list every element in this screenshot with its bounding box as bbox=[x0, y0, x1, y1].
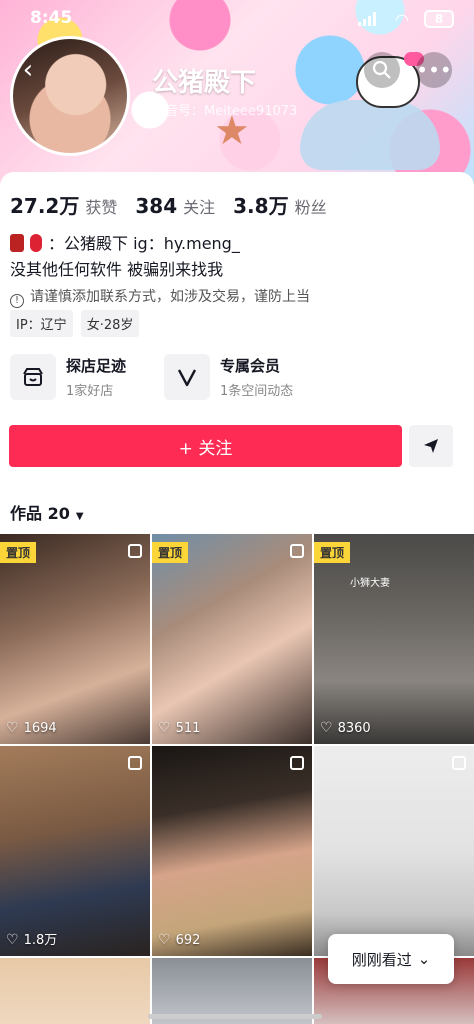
video-thumbnail[interactable]: ♡ 692 bbox=[152, 746, 312, 956]
stat-likes[interactable]: 27.2万 获赞 bbox=[10, 190, 117, 219]
back-button[interactable]: ‹ bbox=[10, 52, 46, 88]
service-sub: 1家好店 bbox=[66, 384, 114, 399]
like-value: 692 bbox=[175, 933, 201, 948]
multi-image-icon bbox=[290, 756, 304, 770]
video-thumbnail[interactable]: ♡ 1.8万 bbox=[0, 746, 150, 956]
pinned-badge: 置顶 bbox=[314, 542, 351, 563]
multi-image-icon bbox=[290, 544, 304, 558]
service-sub: 1条空间动态 bbox=[220, 384, 294, 399]
caret-down-icon: ▼ bbox=[75, 511, 84, 522]
services-row: 探店足迹 1家好店 专属会员 1条空间动态 bbox=[10, 354, 293, 400]
pinned-badge: 置顶 bbox=[152, 542, 189, 563]
multi-image-icon bbox=[452, 756, 466, 770]
video-thumbnail[interactable] bbox=[314, 746, 474, 956]
works-label: 作品 20 bbox=[10, 504, 70, 523]
works-tab[interactable]: 作品 20 ▼ bbox=[10, 500, 84, 524]
multi-image-icon bbox=[128, 756, 142, 770]
search-icon bbox=[372, 60, 391, 79]
share-button[interactable] bbox=[409, 425, 453, 467]
service-shop[interactable]: 探店足迹 1家好店 bbox=[10, 354, 126, 400]
stat-value: 27.2万 bbox=[10, 194, 80, 218]
search-button[interactable] bbox=[364, 52, 400, 88]
recent-label: 刚刚看过 bbox=[351, 950, 412, 969]
like-count: ♡ 511 bbox=[158, 720, 200, 736]
chevron-left-icon: ‹ bbox=[22, 55, 34, 85]
profile-name: 公猪殿下 bbox=[152, 68, 257, 98]
stat-label: 关注 bbox=[183, 198, 216, 217]
like-value: 1.8万 bbox=[23, 933, 58, 948]
video-thumbnail[interactable]: 置顶 ♡ 1694 bbox=[0, 534, 150, 744]
multi-image-icon bbox=[128, 544, 142, 558]
stat-value: 3.8万 bbox=[233, 194, 289, 218]
warning-icon: ! bbox=[10, 294, 24, 308]
like-count: ♡ 1.8万 bbox=[6, 929, 57, 948]
wifi-icon: ◠ bbox=[395, 10, 408, 29]
home-indicator bbox=[148, 1014, 322, 1019]
stat-label: 获赞 bbox=[85, 198, 118, 217]
warning-text: ! 请谨慎添加联系方式，如涉及交易，谨防上当 bbox=[10, 286, 310, 308]
recently-viewed-button[interactable]: 刚刚看过 ⌄ bbox=[328, 934, 454, 984]
service-membership[interactable]: 专属会员 1条空间动态 bbox=[164, 354, 293, 400]
warning-label: 请谨慎添加联系方式，如涉及交易，谨防上当 bbox=[30, 289, 310, 305]
bio-line-1: ：公猪殿下 ig：hy.meng_ bbox=[10, 230, 240, 254]
pinned-badge: 置顶 bbox=[0, 542, 37, 563]
like-value: 1694 bbox=[23, 721, 57, 736]
more-dots-icon: ••• bbox=[416, 58, 452, 82]
profile-card: 27.2万 获赞 384 关注 3.8万 粉丝 ：公猪殿下 ig：hy.meng_ 没… bbox=[0, 172, 474, 1024]
stats-row: 27.2万 获赞 384 关注 3.8万 粉丝 bbox=[10, 190, 327, 219]
status-time: 8:45 bbox=[30, 8, 73, 28]
tags-row: IP：辽宁 女·28岁 bbox=[10, 310, 140, 337]
bio-line-2: 没其他任何软件 被骗别来找我 bbox=[10, 260, 224, 279]
video-thumbnail[interactable]: 置顶 ♡ 511 bbox=[152, 534, 312, 744]
stat-following[interactable]: 384 关注 bbox=[135, 194, 215, 218]
send-icon bbox=[424, 439, 438, 453]
signal-icon bbox=[358, 12, 376, 26]
status-bar: 8:45 ◠ 8 bbox=[0, 6, 474, 32]
dolphin-decoration bbox=[300, 100, 440, 170]
service-title: 专属会员 bbox=[220, 357, 281, 375]
heart-icon: ♡ bbox=[158, 720, 171, 736]
follow-button[interactable]: + 关注 bbox=[9, 425, 402, 467]
video-thumbnail[interactable]: 置顶 小狮大妻 ♡ 8360 bbox=[314, 534, 474, 744]
stat-label: 粉丝 bbox=[294, 198, 327, 217]
service-title: 探店足迹 bbox=[66, 357, 127, 375]
heart-icon: ♡ bbox=[320, 720, 333, 736]
like-value: 8360 bbox=[337, 721, 371, 736]
heart-icon: ♡ bbox=[6, 720, 19, 736]
like-value: 511 bbox=[175, 721, 201, 736]
battery-icon: 8 bbox=[424, 10, 454, 28]
douyin-id[interactable]: 抖音号：Meiteee91073 bbox=[152, 100, 297, 119]
like-count: ♡ 1694 bbox=[6, 720, 57, 736]
like-count: ♡ 8360 bbox=[320, 720, 371, 736]
heart-icon: ♡ bbox=[6, 932, 19, 948]
emoji-icon bbox=[30, 234, 42, 252]
double-chevron-down-icon: ⌄ bbox=[417, 950, 431, 968]
ip-tag: IP：辽宁 bbox=[10, 310, 73, 337]
video-caption: 小狮大妻 bbox=[350, 578, 390, 589]
stat-followers[interactable]: 3.8万 粉丝 bbox=[233, 190, 326, 219]
bio-text: ：公猪殿下 ig：hy.meng_ bbox=[48, 234, 240, 253]
shop-icon bbox=[10, 354, 56, 400]
heart-icon: ♡ bbox=[158, 932, 171, 948]
emoji-icon bbox=[10, 234, 24, 252]
stat-value: 384 bbox=[135, 194, 178, 218]
video-thumbnail[interactable] bbox=[0, 958, 150, 1024]
v-icon bbox=[164, 354, 211, 400]
like-count: ♡ 692 bbox=[158, 932, 200, 948]
gender-age-tag: 女·28岁 bbox=[80, 310, 140, 337]
more-button[interactable]: ••• bbox=[416, 52, 452, 88]
